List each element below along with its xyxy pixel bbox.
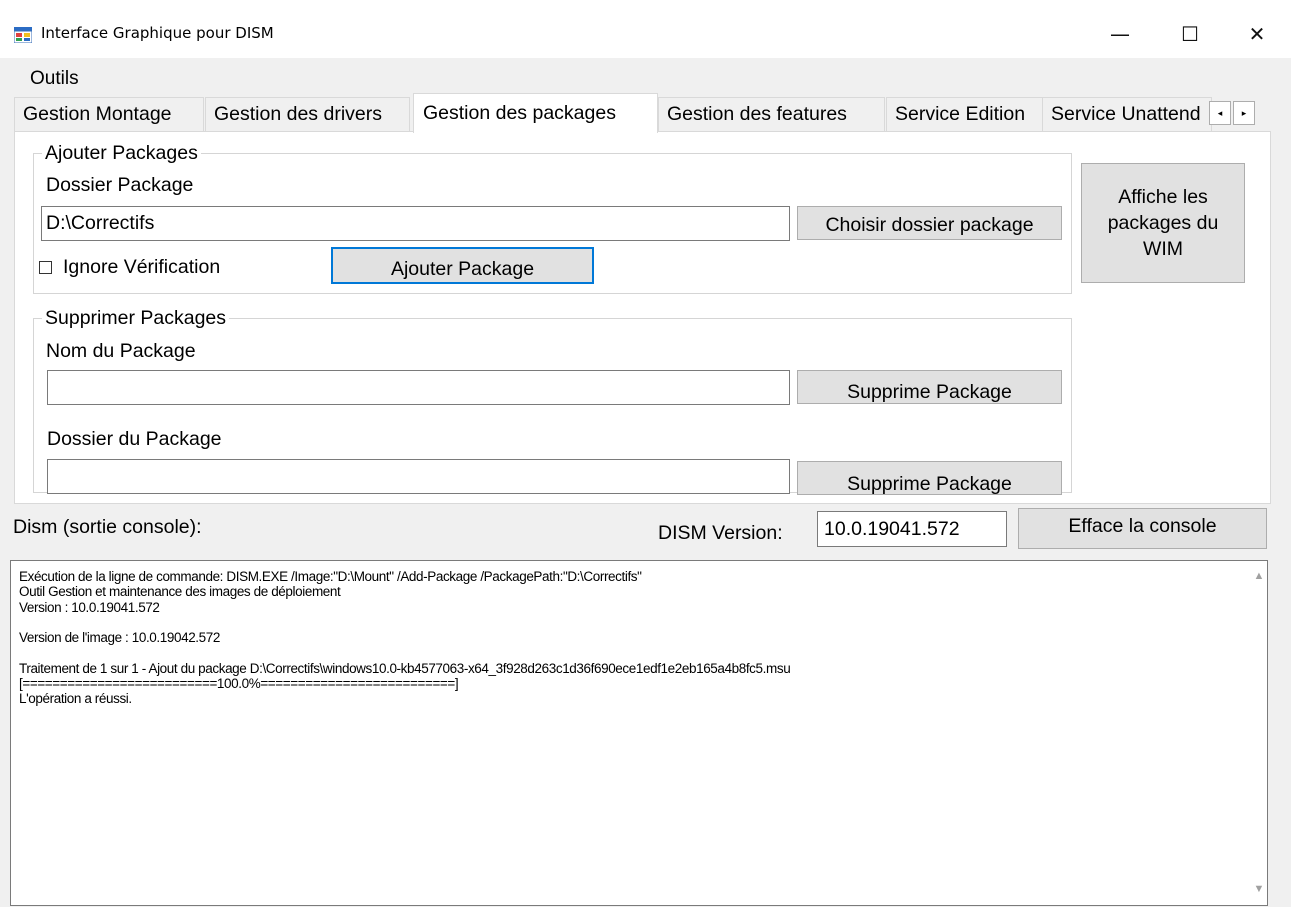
choose-package-folder-button[interactable]: Choisir dossier package [797, 206, 1062, 240]
package-folder-input[interactable] [41, 206, 790, 241]
tab-gestion-features[interactable]: Gestion des features [658, 97, 885, 131]
dism-version-label: DISM Version: [658, 522, 783, 544]
window-app-icon [13, 27, 33, 44]
tab-gestion-montage[interactable]: Gestion Montage [14, 97, 204, 131]
package-name-input[interactable] [47, 370, 790, 405]
tab-service-unattend[interactable]: Service Unattend [1042, 97, 1212, 131]
console-output-label: Dism (sortie console): [13, 516, 202, 538]
tab-service-edition[interactable]: Service Edition [886, 97, 1043, 131]
clear-console-button[interactable]: Efface la console [1018, 508, 1267, 549]
checkbox-icon[interactable] [39, 261, 52, 274]
remove-packages-legend: Supprimer Packages [42, 307, 230, 330]
package-path-input[interactable] [47, 459, 790, 494]
tab-gestion-packages[interactable]: Gestion des packages [413, 93, 658, 133]
close-button[interactable]: ✕ [1234, 14, 1280, 54]
package-folder-label: Dossier Package [46, 174, 194, 196]
console-scrollbar[interactable]: ▲ ▼ [1251, 562, 1267, 905]
package-path-label: Dossier du Package [47, 428, 222, 450]
minimize-button[interactable]: — [1097, 14, 1143, 54]
remove-package-by-path-button[interactable]: Supprime Package [797, 461, 1062, 495]
remove-package-by-name-button[interactable]: Supprime Package [797, 370, 1062, 404]
add-packages-legend: Ajouter Packages [42, 142, 201, 165]
dism-version-input[interactable] [817, 511, 1007, 547]
tab-scroll-left-button[interactable]: ◂ [1209, 101, 1231, 125]
scroll-up-icon[interactable]: ▲ [1251, 568, 1267, 584]
ignore-verification-label: Ignore Vérification [63, 256, 221, 278]
menu-item-outils[interactable]: Outils [24, 66, 85, 92]
tab-gestion-drivers[interactable]: Gestion des drivers [205, 97, 410, 131]
menu-bar [0, 58, 1291, 96]
ignore-verification-checkbox[interactable]: Ignore Vérification [39, 256, 220, 279]
show-wim-packages-button[interactable]: Affiche les packages du WIM [1081, 163, 1245, 283]
tab-scroll-right-button[interactable]: ▸ [1233, 101, 1255, 125]
console-output-box[interactable]: Exécution de la ligne de commande: DISM.… [10, 560, 1268, 906]
scroll-down-icon[interactable]: ▼ [1251, 881, 1267, 897]
maximize-button[interactable]: ☐ [1167, 14, 1213, 54]
console-output-text: Exécution de la ligne de commande: DISM.… [19, 569, 791, 707]
package-name-label: Nom du Package [46, 340, 196, 362]
add-package-button[interactable]: Ajouter Package [331, 247, 594, 284]
window-title: Interface Graphique pour DISM [41, 24, 274, 42]
